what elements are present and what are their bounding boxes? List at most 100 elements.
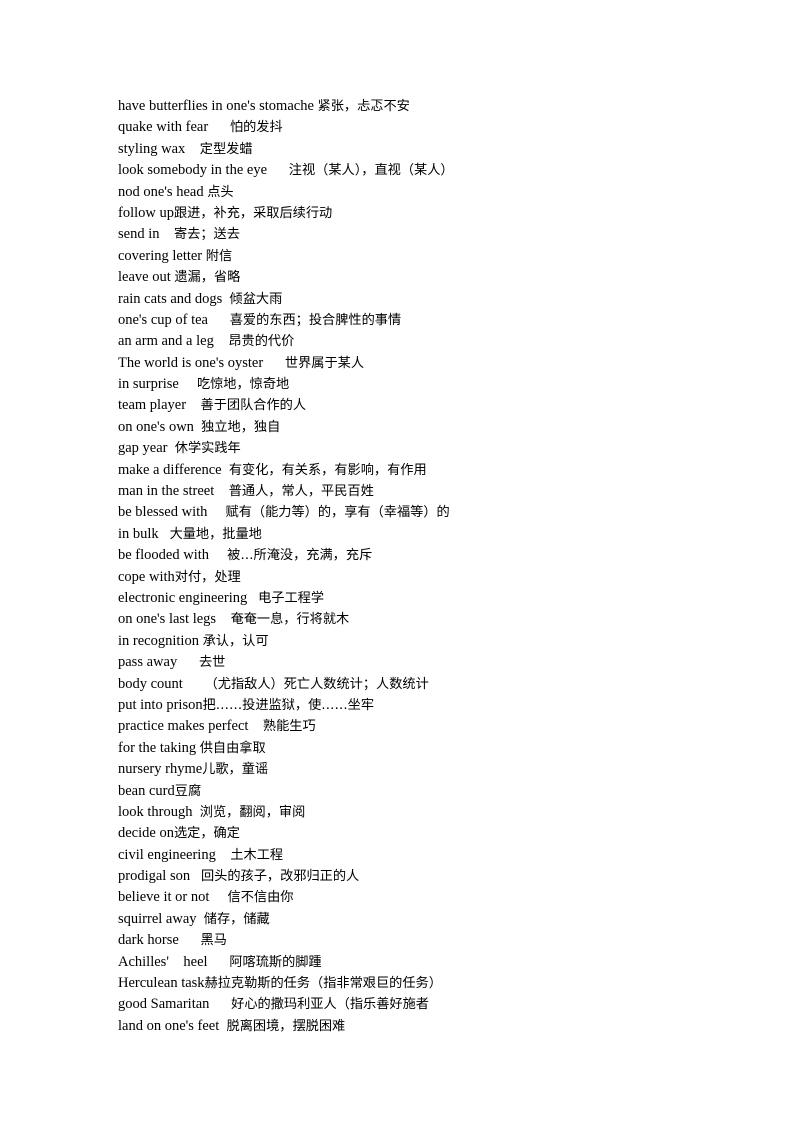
- entry-gloss: 奄奄一息，行将就木: [230, 612, 350, 628]
- entry-gloss: 回头的孩子，改邪归正的人: [200, 869, 360, 885]
- glossary-entry: bean curd豆腐: [118, 781, 738, 802]
- entry-term: Herculean task: [118, 975, 205, 992]
- entry-term: covering letter: [118, 247, 206, 264]
- glossary-entry: nursery rhyme儿歌，童谣: [118, 759, 738, 780]
- glossary-entry: prodigal son 回头的孩子，改邪归正的人: [118, 866, 738, 887]
- entry-term: leave out: [118, 269, 175, 286]
- entry-term: rain cats and dogs: [118, 290, 230, 307]
- entry-term: look through: [118, 803, 200, 820]
- glossary-entry: on one's own 独立地，独自: [118, 417, 738, 438]
- glossary-entry: in recognition 承认，认可: [118, 631, 738, 652]
- entry-gloss: 休学实践年: [174, 441, 241, 457]
- entry-gloss: 选定，确定: [173, 826, 240, 842]
- entry-gloss: 电子工程学: [258, 590, 325, 606]
- glossary-entry: The world is one's oyster 世界属于某人: [118, 353, 738, 374]
- entry-term: look somebody in the eye: [118, 162, 289, 179]
- glossary-entry: nod one's head 点头: [118, 182, 738, 203]
- entry-term: follow up: [118, 204, 174, 221]
- entry-term: on one's last legs: [118, 611, 231, 628]
- entry-gloss: 注视（某人），直视（某人）: [288, 163, 454, 179]
- glossary-entry: dark horse 黑马: [118, 930, 738, 951]
- glossary-entry: in bulk 大量地，批量地: [118, 524, 738, 545]
- entry-term: believe it or not: [118, 889, 228, 906]
- entry-term: for the taking: [118, 739, 200, 756]
- entry-gloss: 昂贵的代价: [228, 334, 295, 350]
- entry-term: gap year: [118, 440, 175, 457]
- glossary-entry: in surprise 吃惊地，惊奇地: [118, 374, 738, 395]
- entry-term: in surprise: [118, 376, 197, 393]
- entry-gloss: 儿歌，童谣: [202, 762, 269, 778]
- entry-gloss: 独立地，独自: [201, 419, 281, 435]
- entry-term: in recognition: [118, 632, 203, 649]
- entry-gloss: 遗漏，省略: [174, 270, 241, 286]
- glossary-entry: gap year 休学实践年: [118, 438, 738, 459]
- entry-term: decide on: [118, 825, 174, 842]
- entry-gloss: 跟进，补充，采取后续行动: [173, 205, 333, 221]
- entry-gloss: 有变化，有关系，有影响，有作用: [228, 462, 427, 478]
- entry-term: in bulk: [118, 525, 170, 542]
- glossary-entry: look somebody in the eye 注视（某人），直视（某人）: [118, 160, 738, 181]
- glossary-page: have butterflies in one's stomache 紧张，忐忑…: [0, 0, 794, 1123]
- entry-gloss: 脱离困境，摆脱困难: [226, 1018, 346, 1034]
- glossary-entry: one's cup of tea 喜爱的东西；投合脾性的事情: [118, 310, 738, 331]
- entry-gloss: 大量地，批量地: [169, 526, 262, 542]
- entry-term: have butterflies in one's stomache: [118, 98, 318, 114]
- glossary-entry: Achilles' heel 阿喀琉斯的脚踵: [118, 952, 738, 973]
- glossary-entry: decide on选定，确定: [118, 823, 738, 844]
- entry-gloss: 怕的发抖: [229, 120, 283, 136]
- glossary-entry: team player 善于团队合作的人: [118, 395, 738, 416]
- glossary-entry: quake with fear 怕的发抖: [118, 117, 738, 138]
- entry-gloss: 土木工程: [230, 847, 284, 863]
- entry-gloss: 赫拉克勒斯的任务（指非常艰巨的任务）: [204, 976, 442, 992]
- entry-gloss: 去世: [198, 655, 226, 671]
- entry-gloss: 紧张，忐忑不安: [317, 99, 410, 114]
- glossary-entry: cope with对付，处理: [118, 567, 738, 588]
- glossary-entry: believe it or not 信不信由你: [118, 887, 738, 908]
- entry-gloss: 附信: [205, 248, 233, 264]
- glossary-entry: on one's last legs 奄奄一息，行将就木: [118, 609, 738, 630]
- entry-gloss: 熟能生巧: [262, 719, 316, 735]
- entry-gloss: 点头: [207, 184, 234, 200]
- glossary-entry: pass away 去世: [118, 652, 738, 673]
- entry-gloss: 喜爱的东西；投合脾性的事情: [229, 312, 402, 328]
- glossary-entry: an arm and a leg 昂贵的代价: [118, 331, 738, 352]
- entry-term: styling wax: [118, 140, 200, 157]
- entry-gloss: 赋有（能力等）的，享有（幸福等）的: [225, 505, 450, 521]
- glossary-entry: look through 浏览，翻阅，审阅: [118, 802, 738, 823]
- glossary-entry: good Samaritan 好心的撒玛利亚人（指乐善好施者: [118, 994, 738, 1015]
- glossary-entry: make a difference 有变化，有关系，有影响，有作用: [118, 460, 738, 481]
- entry-term: team player: [118, 397, 201, 414]
- glossary-entry: send in 寄去；送去: [118, 224, 738, 245]
- entry-term: land on one's feet: [118, 1017, 227, 1034]
- glossary-entry: land on one's feet 脱离困境，摆脱困难: [118, 1016, 738, 1037]
- glossary-entry: Herculean task赫拉克勒斯的任务（指非常艰巨的任务）: [118, 973, 738, 994]
- entry-term: make a difference: [118, 461, 229, 478]
- glossary-entry: rain cats and dogs 倾盆大雨: [118, 289, 738, 310]
- entry-term: cope with: [118, 568, 175, 585]
- glossary-entry: be blessed with 赋有（能力等）的，享有（幸福等）的: [118, 502, 738, 523]
- entry-gloss: 寄去；送去: [173, 227, 240, 243]
- glossary-entry: body count （尤指敌人）死亡人数统计；人数统计: [118, 674, 738, 695]
- entry-term: nod one's head: [118, 183, 208, 200]
- entry-term: man in the street: [118, 483, 229, 500]
- entry-gloss: 黑马: [200, 933, 227, 949]
- entry-term: prodigal son: [118, 868, 201, 885]
- glossary-entry: for the taking 供自由拿取: [118, 738, 738, 759]
- glossary-entry: styling wax 定型发蜡: [118, 139, 738, 160]
- entry-term: one's cup of tea: [118, 311, 230, 328]
- entry-term: be blessed with: [118, 504, 226, 521]
- entry-gloss: 信不信由你: [227, 890, 294, 906]
- entry-gloss: 世界属于某人: [284, 355, 365, 371]
- glossary-entry: have butterflies in one's stomache 紧张，忐忑…: [118, 96, 738, 117]
- entry-term: an arm and a leg: [118, 333, 229, 350]
- entry-gloss: 把……投进监狱，使……坐牢: [202, 697, 375, 713]
- entry-gloss: 定型发蜡: [199, 141, 253, 157]
- glossary-entry: civil engineering 土木工程: [118, 845, 738, 866]
- entry-gloss: 对付，处理: [174, 569, 241, 585]
- entry-term: body count: [118, 675, 205, 692]
- entry-gloss: 阿喀琉斯的脚踵: [229, 954, 322, 970]
- entry-gloss: 善于团队合作的人: [200, 398, 307, 414]
- entry-term: bean curd: [118, 782, 175, 799]
- entry-gloss: 吃惊地，惊奇地: [196, 377, 290, 393]
- glossary-entry: practice makes perfect 熟能生巧: [118, 716, 738, 737]
